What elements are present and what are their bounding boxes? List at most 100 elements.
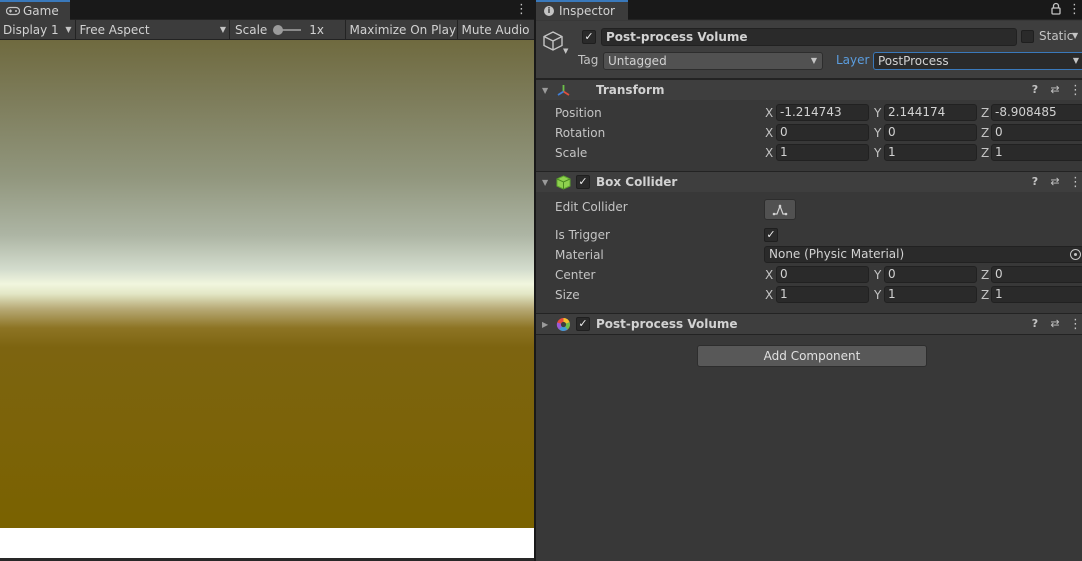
size-label: Size [555,288,580,302]
add-component-button[interactable]: Add Component [697,345,927,367]
inspector-panel: i Inspector ⋮ ▼ ✓ Post-process Volume St… [536,0,1082,561]
tag-dropdown[interactable]: Untagged ▼ [603,52,823,70]
aspect-dropdown[interactable]: Free Aspect ▼ [76,20,230,39]
layer-label: Layer [836,53,870,67]
help-icon[interactable]: ? [1029,175,1041,189]
display-dropdown[interactable]: Display 1 ▼ [0,20,76,39]
layer-dropdown[interactable]: PostProcess ▼ [873,52,1082,70]
transform-header[interactable]: ▼ Transform ? ⇄ ⋮ [536,79,1082,100]
scale-y-field[interactable]: 1 [884,144,977,161]
transform-position-row: Position X -1.214743 Y 2.144174 Z -8.908… [536,103,1082,123]
z-axis-label[interactable]: Z [981,268,989,282]
object-picker-icon[interactable] [1070,249,1081,260]
preset-icon[interactable]: ⇄ [1049,175,1061,189]
position-y-field[interactable]: 2.144174 [884,104,977,121]
size-row: Size X 1 Y 1 Z 1 [536,285,1082,305]
z-axis-label[interactable]: Z [981,106,989,120]
size-y-field[interactable]: 1 [884,286,977,303]
is-trigger-label: Is Trigger [555,228,610,242]
static-checkbox[interactable] [1021,30,1034,43]
y-axis-label[interactable]: Y [874,126,881,140]
preset-icon[interactable]: ⇄ [1049,83,1061,97]
post-process-volume-header[interactable]: ▶ ✓ Post-process Volume ? ⇄ ⋮ [536,313,1082,335]
y-axis-label[interactable]: Y [874,106,881,120]
lock-icon[interactable] [1051,2,1063,18]
size-z-field[interactable]: 1 [991,286,1082,303]
help-icon[interactable]: ? [1029,317,1041,331]
scale-control: Scale 1x [230,20,346,39]
x-axis-label[interactable]: X [765,288,773,302]
scale-slider-knob[interactable] [273,24,284,35]
chevron-down-icon[interactable]: ▼ [563,47,568,55]
tab-game[interactable]: Game [0,0,70,20]
box-collider-title: Box Collider [596,175,678,189]
y-axis-label[interactable]: Y [874,268,881,282]
scale-slider[interactable] [273,24,302,35]
rotation-z-field[interactable]: 0 [991,124,1082,141]
game-view[interactable] [0,40,534,528]
mute-audio-label: Mute Audio [461,22,530,37]
x-axis-label[interactable]: X [765,106,773,120]
game-panel: Game ⋮ Display 1 ▼ Free Aspect ▼ Scale 1… [0,0,534,561]
z-axis-label[interactable]: Z [981,146,989,160]
box-collider-enabled-checkbox[interactable]: ✓ [576,175,590,189]
x-axis-label[interactable]: X [765,268,773,282]
rotation-y-field[interactable]: 0 [884,124,977,141]
tab-inspector[interactable]: i Inspector [536,0,628,20]
fold-arrow-right-icon[interactable]: ▶ [542,320,548,329]
aspect-dropdown-label: Free Aspect [79,22,150,37]
cube-icon[interactable] [542,30,564,52]
fold-arrow-icon[interactable]: ▼ [542,178,548,187]
position-x-field[interactable]: -1.214743 [776,104,869,121]
scale-x-field[interactable]: 1 [776,144,869,161]
position-label: Position [555,106,602,120]
object-active-checkbox[interactable]: ✓ [582,30,596,44]
transform-gizmo-icon [557,85,570,96]
center-x-field[interactable]: 0 [776,266,869,283]
rotation-x-field[interactable]: 0 [776,124,869,141]
edit-collider-row: Edit Collider [536,199,1082,223]
z-axis-label[interactable]: Z [981,288,989,302]
object-header: ▼ ✓ Post-process Volume Static ▼ Tag Unt… [536,21,1082,79]
center-label: Center [555,268,596,282]
help-icon[interactable]: ? [1029,83,1041,97]
is-trigger-checkbox[interactable]: ✓ [764,228,778,242]
center-z-field[interactable]: 0 [991,266,1082,283]
scale-z-field[interactable]: 1 [991,144,1082,161]
box-collider-header[interactable]: ▼ ✓ Box Collider ? ⇄ ⋮ [536,171,1082,192]
center-row: Center X 0 Y 0 Z 0 [536,265,1082,285]
kebab-menu-icon[interactable]: ⋮ [515,1,528,19]
edit-collider-label: Edit Collider [555,200,628,214]
box-collider-icon [556,175,571,190]
center-y-field[interactable]: 0 [884,266,977,283]
x-axis-label[interactable]: X [765,126,773,140]
edit-collider-button[interactable] [764,199,796,220]
kebab-menu-icon[interactable]: ⋮ [1069,83,1082,98]
z-axis-label[interactable]: Z [981,126,989,140]
fold-arrow-icon[interactable]: ▼ [542,86,548,95]
tab-inspector-label: Inspector [559,4,615,18]
edit-collider-icon [772,204,788,216]
chevron-down-icon[interactable]: ▼ [1072,31,1078,40]
kebab-menu-icon[interactable]: ⋮ [1069,175,1082,190]
game-view-bottom [0,528,534,558]
transform-rotation-row: Rotation X 0 Y 0 Z 0 [536,123,1082,143]
chevron-down-icon: ▼ [1072,56,1079,65]
object-name-input[interactable]: Post-process Volume [601,28,1017,46]
scale-value: 1x [309,22,325,37]
y-axis-label[interactable]: Y [874,288,881,302]
post-process-enabled-checkbox[interactable]: ✓ [576,317,590,331]
chevron-down-icon: ▼ [219,25,226,34]
material-label: Material [555,248,604,262]
material-object-field[interactable]: None (Physic Material) [764,246,1082,263]
kebab-menu-icon[interactable]: ⋮ [1068,1,1081,19]
size-x-field[interactable]: 1 [776,286,869,303]
x-axis-label[interactable]: X [765,146,773,160]
mute-audio-toggle[interactable]: Mute Audio [458,20,534,39]
position-z-field[interactable]: -8.908485 [991,104,1082,121]
material-value: None (Physic Material) [769,247,905,261]
kebab-menu-icon[interactable]: ⋮ [1069,317,1082,332]
preset-icon[interactable]: ⇄ [1049,317,1061,331]
maximize-on-play-toggle[interactable]: Maximize On Play [346,20,458,39]
y-axis-label[interactable]: Y [874,146,881,160]
